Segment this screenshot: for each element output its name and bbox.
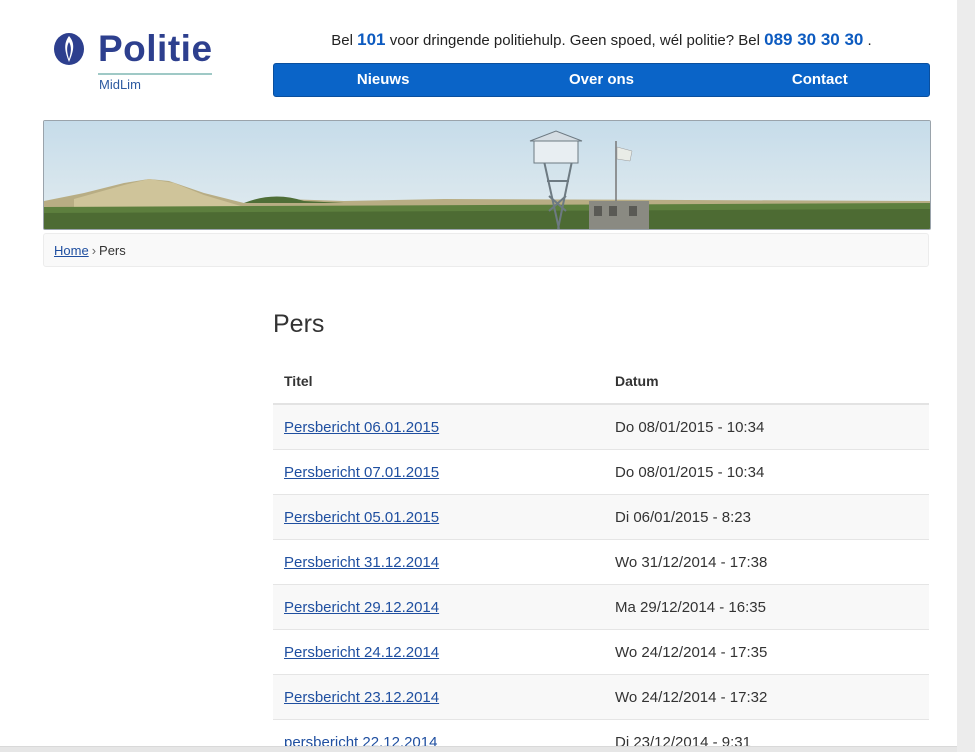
nav-over-ons[interactable]: Over ons (492, 64, 710, 96)
press-release-link[interactable]: Persbericht 31.12.2014 (284, 554, 439, 571)
breadcrumb-separator: › (91, 243, 97, 258)
logo-word: Politie (98, 28, 213, 69)
breadcrumb-home[interactable]: Home (54, 243, 89, 258)
contact-tagline: Bel 101 voor dringende politiehulp. Geen… (273, 30, 930, 50)
table-row: Persbericht 24.12.2014 Wo 24/12/2014 - 1… (273, 629, 929, 675)
table-row: Persbericht 05.01.2015 Di 06/01/2015 - 8… (273, 494, 929, 540)
title-cell: Persbericht 23.12.2014 (273, 674, 604, 720)
tagline-text-1: Bel (331, 32, 353, 49)
title-cell: Persbericht 29.12.2014 (273, 584, 604, 630)
table-row: Persbericht 07.01.2015 Do 08/01/2015 - 1… (273, 449, 929, 495)
title-cell: Persbericht 31.12.2014 (273, 539, 604, 585)
window-edge (957, 0, 975, 752)
table-row: Persbericht 31.12.2014 Wo 31/12/2014 - 1… (273, 539, 929, 585)
press-release-link[interactable]: Persbericht 06.01.2015 (284, 419, 439, 436)
table-header-row: Titel Datum (273, 359, 929, 405)
date-cell: Do 08/01/2015 - 10:34 (604, 403, 929, 450)
press-release-link[interactable]: Persbericht 23.12.2014 (284, 689, 439, 706)
date-cell: Wo 24/12/2014 - 17:32 (604, 674, 929, 720)
flame-icon (54, 33, 84, 65)
logo-subtitle: MidLim (99, 77, 141, 92)
table-row: Persbericht 06.01.2015 Do 08/01/2015 - 1… (273, 403, 929, 450)
nav-contact[interactable]: Contact (711, 64, 929, 96)
table-row: persbericht 22.12.2014 Di 23/12/2014 - 9… (273, 719, 929, 747)
breadcrumb-current: Pers (99, 243, 126, 258)
title-cell: Persbericht 05.01.2015 (273, 494, 604, 540)
politie-logo[interactable]: Politie MidLim (52, 28, 222, 98)
breadcrumb: Home › Pers (43, 233, 929, 267)
title-cell: Persbericht 06.01.2015 (273, 403, 604, 450)
tagline-text-3: . (867, 32, 872, 49)
table-row: Persbericht 23.12.2014 Wo 24/12/2014 - 1… (273, 674, 929, 720)
header-banner (43, 120, 931, 230)
date-cell: Wo 24/12/2014 - 17:35 (604, 629, 929, 675)
page-title: Pers (273, 310, 325, 338)
title-cell: persbericht 22.12.2014 (273, 719, 604, 747)
page: Politie MidLim Bel 101 voor dringende po… (0, 0, 971, 746)
press-table: Titel Datum Persbericht 06.01.2015 Do 08… (273, 359, 929, 746)
title-cell: Persbericht 07.01.2015 (273, 449, 604, 495)
emergency-number[interactable]: 101 (357, 30, 385, 49)
table-row: Persbericht 29.12.2014 Ma 29/12/2014 - 1… (273, 584, 929, 630)
press-release-link[interactable]: persbericht 22.12.2014 (284, 734, 437, 747)
press-release-link[interactable]: Persbericht 24.12.2014 (284, 644, 439, 661)
landscape-image (44, 121, 930, 229)
date-cell: Ma 29/12/2014 - 16:35 (604, 584, 929, 630)
title-cell: Persbericht 24.12.2014 (273, 629, 604, 675)
date-cell: Di 23/12/2014 - 9:31 (604, 719, 929, 746)
press-release-link[interactable]: Persbericht 07.01.2015 (284, 464, 439, 481)
nav-nieuws[interactable]: Nieuws (274, 64, 492, 96)
press-release-link[interactable]: Persbericht 05.01.2015 (284, 509, 439, 526)
column-header-datum[interactable]: Datum (604, 359, 929, 405)
tagline-text-2: voor dringende politiehulp. Geen spoed, … (389, 32, 760, 49)
column-header-titel[interactable]: Titel (273, 359, 604, 405)
logo-rule (98, 73, 212, 75)
date-cell: Do 08/01/2015 - 10:34 (604, 449, 929, 495)
main-nav: Nieuws Over ons Contact (273, 63, 930, 97)
press-release-link[interactable]: Persbericht 29.12.2014 (284, 599, 439, 616)
date-cell: Di 06/01/2015 - 8:23 (604, 494, 929, 540)
date-cell: Wo 31/12/2014 - 17:38 (604, 539, 929, 585)
office-number[interactable]: 089 30 30 30 (764, 30, 863, 49)
